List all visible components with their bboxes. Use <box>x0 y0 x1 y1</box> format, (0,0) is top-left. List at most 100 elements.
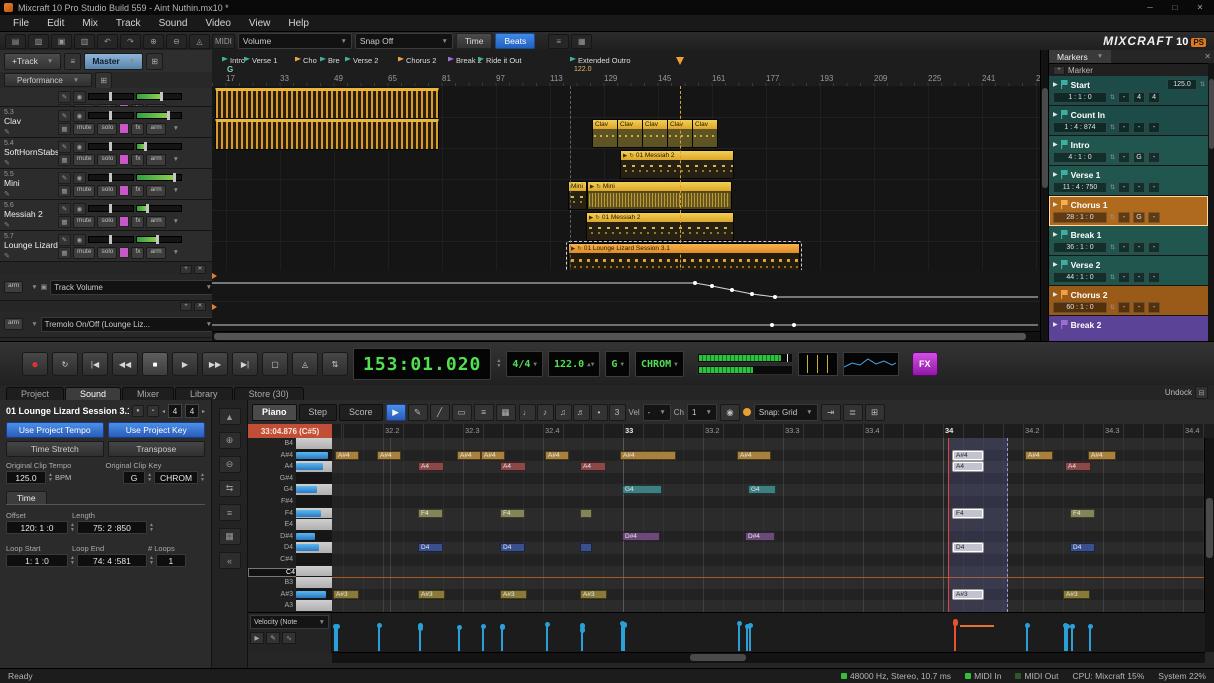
clip-play-icon[interactable]: ▶ <box>623 153 627 159</box>
marker-row[interactable]: ▶Chorus 128 : 1 : 0⇅-G- <box>1049 196 1208 226</box>
tempo-display[interactable]: 122.0▲▼ <box>548 351 600 377</box>
marker-cell-field[interactable]: - <box>1133 242 1145 253</box>
section-marker[interactable]: Verse 2 <box>345 56 378 65</box>
zoom-out-icon[interactable]: ⊖ <box>166 34 187 49</box>
clip-play-icon[interactable]: ▶ <box>589 215 593 221</box>
velocity-stem[interactable] <box>546 625 548 651</box>
snap-grid-dropdown[interactable]: Snap: Grid▼ <box>754 404 818 421</box>
rewind-button[interactable]: ◀◀ <box>112 352 138 376</box>
instrument-icon[interactable] <box>119 154 129 165</box>
menu-view[interactable]: View <box>240 17 280 30</box>
pan-slider[interactable] <box>88 236 134 243</box>
marker-cell-field[interactable]: 4 <box>1133 92 1145 103</box>
section-marker[interactable]: Cho <box>295 56 317 65</box>
timeline-hscroll-thumb[interactable] <box>214 333 1026 340</box>
clip-scale-field[interactable]: CHROM <box>154 471 198 484</box>
track-row[interactable]: 5.4SoftHornStabs✎✎◉▦mutesolofxarm▼ <box>0 138 212 169</box>
piano-roll-ruler[interactable]: 33:04.876 (C#5) 32.232.332.43333.233.333… <box>248 424 1214 439</box>
midi-note[interactable]: A#4 <box>335 451 359 460</box>
midi-note[interactable]: A#4 <box>545 451 569 460</box>
note-grid[interactable]: A#4A#4A#4A#4A#4A#4A#4A#4A#4A#4A4A4A4A4A4… <box>332 438 1205 612</box>
velocity-stems-area[interactable] <box>332 613 1205 653</box>
mute-button[interactable]: mute <box>73 185 95 197</box>
duration-button-4[interactable]: • <box>591 404 608 421</box>
midi-note[interactable]: A#3 <box>500 590 527 599</box>
automation-lane-volume[interactable] <box>212 270 1040 302</box>
velocity-stem[interactable] <box>1026 626 1028 651</box>
midi-note[interactable]: A#4 <box>620 451 676 460</box>
piano-key[interactable] <box>296 519 332 531</box>
clip-01-messiah-2[interactable]: ▶↻01 Messiah 2 <box>586 212 734 241</box>
use-project-tempo-button[interactable]: Use Project Tempo <box>6 422 104 438</box>
lane-remove-icon[interactable]: ✕ <box>194 265 206 274</box>
time-stretch-button[interactable]: Time Stretch <box>6 441 104 457</box>
master-grid-icon[interactable]: ⊞ <box>146 53 163 70</box>
clip-clav[interactable]: Clav <box>642 119 668 148</box>
midi-note[interactable]: G4 <box>622 485 662 494</box>
loop-button[interactable]: ↻ <box>52 352 78 376</box>
timeline-ruler[interactable]: G IntroVerse 1ChoBreVerse 2Chorus 2Break… <box>212 50 1040 87</box>
marker-row[interactable]: ▶Break 136 : 1 : 0⇅--- <box>1049 226 1208 256</box>
menu-video[interactable]: Video <box>196 17 239 30</box>
instrument-icon[interactable] <box>119 123 129 134</box>
menu-edit[interactable]: Edit <box>38 17 73 30</box>
edit-icon[interactable]: ✎ <box>58 172 71 184</box>
clip-clav[interactable]: Clav <box>692 119 718 148</box>
velocity-stem[interactable] <box>623 626 625 651</box>
marker-cell-field[interactable]: - <box>1148 152 1160 163</box>
midi-note[interactable]: F4 <box>1070 509 1095 518</box>
piano-key[interactable] <box>296 566 332 578</box>
midi-note[interactable]: A#4 <box>953 451 983 460</box>
velocity-stem[interactable] <box>378 626 380 651</box>
clip-01-lounge-lizard-session-3-1[interactable]: ▶↻01 Lounge Lizard Session 3.1 <box>568 243 800 270</box>
marker-row[interactable]: ▶Intro4 : 1 : 0⇅-G- <box>1049 136 1208 166</box>
piano-key[interactable] <box>296 577 332 589</box>
midi-note[interactable]: A#4 <box>481 451 505 460</box>
go-to-start-button[interactable]: |◀ <box>82 352 108 376</box>
clip-loop-icon[interactable]: ↻ <box>577 246 582 252</box>
markers-close-icon[interactable]: ✕ <box>1200 52 1214 61</box>
collapse-icon[interactable]: « <box>219 552 241 569</box>
clip-striped[interactable] <box>215 119 439 150</box>
velocity-stem[interactable] <box>1066 627 1068 651</box>
velocity-stem[interactable] <box>419 626 421 651</box>
time-tab[interactable]: Time <box>6 491 47 504</box>
add-marker-icon[interactable]: + <box>1053 66 1065 75</box>
markers-vscroll-thumb[interactable] <box>1209 79 1214 149</box>
instrument-icon[interactable] <box>119 247 129 258</box>
clip-striped[interactable] <box>215 88 439 119</box>
pencil-icon[interactable]: ✎ <box>4 253 10 260</box>
midi-note[interactable]: F4 <box>418 509 443 518</box>
fx-button[interactable]: fx <box>131 216 144 228</box>
midi-note[interactable]: A#4 <box>1088 451 1116 460</box>
punch-in-out-button[interactable]: ▢ <box>262 352 288 376</box>
marker-time-field[interactable]: 36 : 1 : 0 <box>1053 242 1107 253</box>
piano-roll-vscrollbar[interactable] <box>1204 438 1214 652</box>
play-button[interactable]: ▶ <box>172 352 198 376</box>
track-row[interactable]: 5.6Messiah 2✎✎◉▦mutesolofxarm▼ <box>0 200 212 231</box>
grid-icon[interactable]: ▦ <box>58 216 71 228</box>
pencil-tool-icon[interactable]: ✎ <box>408 404 428 421</box>
marker-cell-field[interactable]: - <box>1118 242 1130 253</box>
grid-icon[interactable]: ▦ <box>58 123 71 135</box>
edit-icon[interactable]: ✎ <box>58 141 71 153</box>
clip-audition-icon[interactable]: ● <box>132 405 144 417</box>
piano-key[interactable] <box>296 473 332 485</box>
midi-note[interactable]: F4 <box>500 509 525 518</box>
section-marker[interactable]: Ride it Out <box>478 56 521 65</box>
marker-cell-field[interactable]: - <box>1148 242 1160 253</box>
pan-slider[interactable] <box>88 93 134 100</box>
close-button[interactable]: ✕ <box>1190 3 1210 12</box>
midi-activity-icon[interactable]: MIDI <box>212 34 235 49</box>
track-row[interactable]: 5.3Clav✎✎◉▦mutesolofxarm▼ <box>0 107 212 138</box>
arm-button[interactable]: arm <box>146 185 165 197</box>
section-marker[interactable]: Break 2 <box>448 56 482 65</box>
midi-note[interactable]: F4 <box>953 509 983 518</box>
open-project-icon[interactable]: ▨ <box>28 34 49 49</box>
edit-icon[interactable]: ✎ <box>58 234 71 246</box>
piano-key[interactable] <box>296 600 332 612</box>
section-marker[interactable]: Bre <box>320 56 340 65</box>
automation-area[interactable] <box>212 270 1040 332</box>
marker-tempo-field[interactable]: 125.0 <box>1167 79 1197 90</box>
time-display[interactable]: 153:01.020 <box>353 348 491 380</box>
